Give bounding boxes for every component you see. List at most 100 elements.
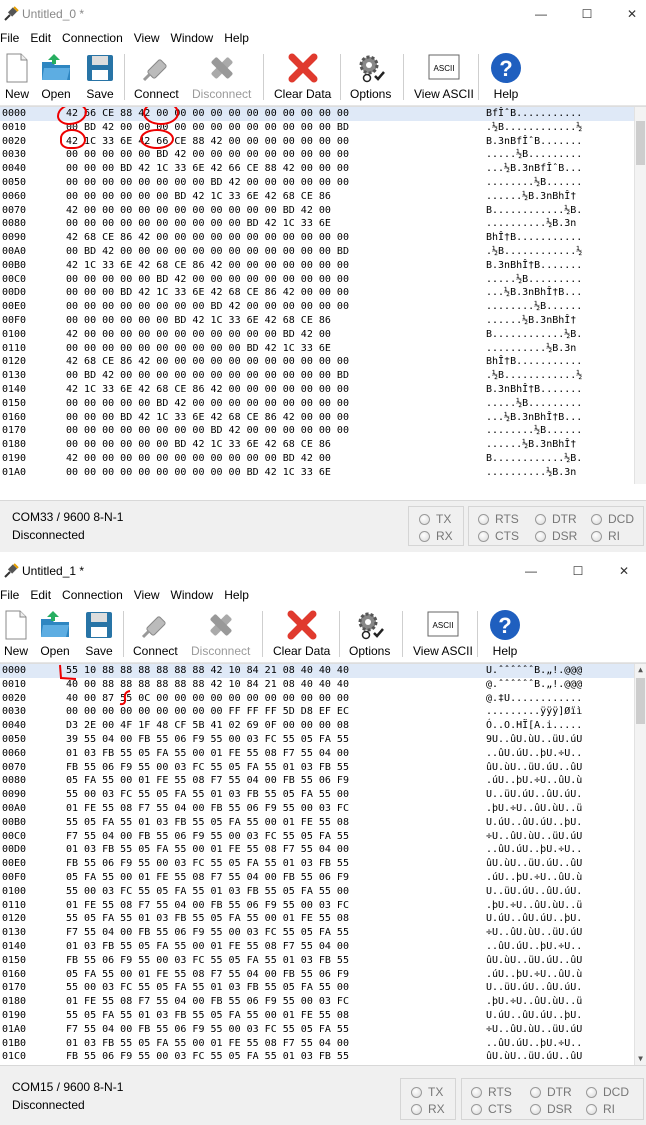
vertical-scrollbar[interactable] xyxy=(634,107,646,484)
clear-data-button[interactable]: Clear Data xyxy=(274,52,331,104)
scroll-up-icon[interactable]: ▲ xyxy=(635,664,646,676)
title-bar[interactable]: Untitled_0 * — ☐ ✕ xyxy=(0,0,646,28)
open-button[interactable]: Open xyxy=(40,52,72,104)
view-ascii-button[interactable]: ASCII View ASCII xyxy=(414,52,474,104)
hex-row[interactable]: 0100 42 00 00 00 00 00 00 00 00 00 00 00 … xyxy=(0,328,646,342)
hex-row[interactable]: 0030 00 00 00 00 00 00 00 00 00 FF FF FF … xyxy=(0,705,646,719)
new-button[interactable]: New xyxy=(1,52,33,104)
hex-row[interactable]: 00C0 F7 55 04 00 FB 55 06 F9 55 00 03 FC … xyxy=(0,830,646,844)
hex-row[interactable]: 00F0 05 FA 55 00 01 FE 55 08 F7 55 04 00 … xyxy=(0,871,646,885)
clear-data-button[interactable]: Clear Data xyxy=(273,609,330,661)
open-button[interactable]: Open xyxy=(39,609,71,661)
disconnect-button[interactable]: Disconnect xyxy=(191,609,250,661)
hex-row[interactable]: 00B0 42 1C 33 6E 42 68 CE 86 42 00 00 00 … xyxy=(0,259,646,273)
close-icon[interactable]: ✕ xyxy=(602,557,646,585)
hex-row[interactable]: 0100 55 00 03 FC 55 05 FA 55 01 03 FB 55 … xyxy=(0,885,646,899)
hex-row[interactable]: 0000 42 66 CE 88 42 00 00 00 00 00 00 00 … xyxy=(0,107,646,121)
disconnect-button[interactable]: Disconnect xyxy=(192,52,251,104)
hex-row[interactable]: 0150 00 00 00 00 00 BD 42 00 00 00 00 00 … xyxy=(0,397,646,411)
maximize-icon[interactable]: ☐ xyxy=(556,557,600,585)
hex-row[interactable]: 0070 FB 55 06 F9 55 00 03 FC 55 05 FA 55 … xyxy=(0,761,646,775)
hex-row[interactable]: 0130 F7 55 04 00 FB 55 06 F9 55 00 03 FC … xyxy=(0,926,646,940)
hex-row[interactable]: 0090 42 68 CE 86 42 00 00 00 00 00 00 00 … xyxy=(0,231,646,245)
hex-row[interactable]: 0140 01 03 FB 55 05 FA 55 00 01 FE 55 08 … xyxy=(0,940,646,954)
scrollbar-thumb[interactable] xyxy=(636,678,645,724)
hex-row[interactable]: 00B0 55 05 FA 55 01 03 FB 55 05 FA 55 00 … xyxy=(0,816,646,830)
hex-row[interactable]: 0030 00 00 00 00 00 BD 42 00 00 00 00 00 … xyxy=(0,148,646,162)
hex-row[interactable]: 0040 D3 2E 00 4F 1F 48 CF 5B 41 02 69 0F … xyxy=(0,719,646,733)
hex-row[interactable]: 0060 00 00 00 00 00 00 BD 42 1C 33 6E 42 … xyxy=(0,190,646,204)
menu-edit[interactable]: Edit xyxy=(30,31,58,45)
options-button[interactable]: Options xyxy=(349,609,390,661)
save-button[interactable]: Save xyxy=(84,52,116,104)
hex-row[interactable]: 0110 00 00 00 00 00 00 00 00 00 00 BD 42 … xyxy=(0,342,646,356)
hex-row[interactable]: 0120 55 05 FA 55 01 03 FB 55 05 FA 55 00 … xyxy=(0,912,646,926)
hex-row[interactable]: 0060 01 03 FB 55 05 FA 55 00 01 FE 55 08 … xyxy=(0,747,646,761)
hex-row[interactable]: 0190 55 05 FA 55 01 03 FB 55 05 FA 55 00 … xyxy=(0,1009,646,1023)
hex-row[interactable]: 0050 00 00 00 00 00 00 00 00 BD 42 00 00 … xyxy=(0,176,646,190)
menu-edit[interactable]: Edit xyxy=(30,588,58,602)
hex-row[interactable]: 00C0 00 00 00 00 00 BD 42 00 00 00 00 00 … xyxy=(0,273,646,287)
hex-row[interactable]: 0180 00 00 00 00 00 00 BD 42 1C 33 6E 42 … xyxy=(0,438,646,452)
hex-row[interactable]: 0020 40 00 87 55 0C 00 00 00 00 00 00 00 … xyxy=(0,692,646,706)
hex-row[interactable]: 0050 39 55 04 00 FB 55 06 F9 55 00 03 FC … xyxy=(0,733,646,747)
new-button[interactable]: New xyxy=(0,609,32,661)
hex-row[interactable]: 0070 42 00 00 00 00 00 00 00 00 00 00 00 … xyxy=(0,204,646,218)
hex-row[interactable]: 0160 00 00 00 BD 42 1C 33 6E 42 68 CE 86 … xyxy=(0,411,646,425)
hex-row[interactable]: 0080 00 00 00 00 00 00 00 00 00 00 BD 42 … xyxy=(0,217,646,231)
hex-row[interactable]: 01A0 F7 55 04 00 FB 55 06 F9 55 00 03 FC … xyxy=(0,1023,646,1037)
scroll-down-icon[interactable]: ▼ xyxy=(635,1053,646,1065)
menu-file[interactable]: File xyxy=(0,31,26,45)
hex-row[interactable]: 0160 05 FA 55 00 01 FE 55 08 F7 55 04 00 … xyxy=(0,968,646,982)
hex-row[interactable]: 00D0 00 00 00 BD 42 1C 33 6E 42 68 CE 86 … xyxy=(0,286,646,300)
hex-row[interactable]: 01B0 01 03 FB 55 05 FA 55 00 01 FE 55 08 … xyxy=(0,1037,646,1051)
connect-button[interactable]: Connect xyxy=(133,609,178,661)
hex-row[interactable]: 00A0 01 FE 55 08 F7 55 04 00 FB 55 06 F9 … xyxy=(0,802,646,816)
hex-row[interactable]: 01A0 00 00 00 00 00 00 00 00 00 00 BD 42 … xyxy=(0,466,646,480)
hex-row[interactable]: 0090 55 00 03 FC 55 05 FA 55 01 03 FB 55 … xyxy=(0,788,646,802)
save-button[interactable]: Save xyxy=(83,609,115,661)
vertical-scrollbar[interactable]: ▲ ▼ xyxy=(634,664,646,1065)
hex-row[interactable]: 0040 00 00 00 BD 42 1C 33 6E 42 66 CE 88 … xyxy=(0,162,646,176)
hex-row[interactable]: 00E0 00 00 00 00 00 00 00 00 BD 42 00 00 … xyxy=(0,300,646,314)
hex-row[interactable]: 0130 00 BD 42 00 00 00 00 00 00 00 00 00 … xyxy=(0,369,646,383)
menu-window[interactable]: Window xyxy=(171,31,221,45)
scrollbar-thumb[interactable] xyxy=(636,121,645,165)
menu-view[interactable]: View xyxy=(134,31,167,45)
help-button[interactable]: ? Help xyxy=(489,609,521,661)
menu-help[interactable]: Help xyxy=(224,31,256,45)
hex-row[interactable]: 0000 55 10 88 88 88 88 88 88 42 10 84 21 … xyxy=(0,664,646,678)
hex-row[interactable]: 0120 42 68 CE 86 42 00 00 00 00 00 00 00 … xyxy=(0,355,646,369)
hex-view[interactable]: 0000 42 66 CE 88 42 00 00 00 00 00 00 00 … xyxy=(0,106,646,484)
menu-help[interactable]: Help xyxy=(224,588,256,602)
menu-view[interactable]: View xyxy=(134,588,167,602)
hex-row[interactable]: 00A0 00 BD 42 00 00 00 00 00 00 00 00 00 … xyxy=(0,245,646,259)
menu-connection[interactable]: Connection xyxy=(62,588,130,602)
hex-row[interactable]: 0150 FB 55 06 F9 55 00 03 FC 55 05 FA 55 … xyxy=(0,954,646,968)
hex-row[interactable]: 0010 00 BD 42 00 00 00 00 00 00 00 00 00 … xyxy=(0,121,646,135)
hex-row[interactable]: 01C0 FB 55 06 F9 55 00 03 FC 55 05 FA 55 … xyxy=(0,1050,646,1064)
hex-row[interactable]: 00E0 FB 55 06 F9 55 00 03 FC 55 05 FA 55 … xyxy=(0,857,646,871)
hex-row[interactable]: 0080 05 FA 55 00 01 FE 55 08 F7 55 04 00 … xyxy=(0,774,646,788)
hex-row[interactable]: 0180 01 FE 55 08 F7 55 04 00 FB 55 06 F9 … xyxy=(0,995,646,1009)
hex-row[interactable]: 0110 01 FE 55 08 F7 55 04 00 FB 55 06 F9 … xyxy=(0,899,646,913)
minimize-icon[interactable]: — xyxy=(519,0,563,28)
hex-row[interactable]: 0020 42 1C 33 6E 42 66 CE 88 42 00 00 00 … xyxy=(0,135,646,149)
hex-row[interactable]: 0140 42 1C 33 6E 42 68 CE 86 42 00 00 00 … xyxy=(0,383,646,397)
hex-row[interactable]: 0190 42 00 00 00 00 00 00 00 00 00 00 00 … xyxy=(0,452,646,466)
hex-row[interactable]: 00F0 00 00 00 00 00 00 BD 42 1C 33 6E 42 … xyxy=(0,314,646,328)
hex-row[interactable]: 00D0 01 03 FB 55 05 FA 55 00 01 FE 55 08 … xyxy=(0,843,646,857)
connect-button[interactable]: Connect xyxy=(134,52,179,104)
options-button[interactable]: Options xyxy=(350,52,391,104)
hex-view[interactable]: 0000 55 10 88 88 88 88 88 88 42 10 84 21 … xyxy=(0,663,646,1065)
maximize-icon[interactable]: ☐ xyxy=(565,0,609,28)
view-ascii-button[interactable]: ASCII View ASCII xyxy=(413,609,473,661)
help-button[interactable]: ? Help xyxy=(490,52,522,104)
minimize-icon[interactable]: — xyxy=(509,557,553,585)
hex-row[interactable]: 0170 55 00 03 FC 55 05 FA 55 01 03 FB 55 … xyxy=(0,981,646,995)
menu-connection[interactable]: Connection xyxy=(62,31,130,45)
close-icon[interactable]: ✕ xyxy=(610,0,646,28)
hex-row[interactable]: 0170 00 00 00 00 00 00 00 00 BD 42 00 00 … xyxy=(0,424,646,438)
hex-row[interactable]: 0010 40 00 88 88 88 88 88 88 42 10 84 21 … xyxy=(0,678,646,692)
menu-file[interactable]: File xyxy=(0,588,26,602)
